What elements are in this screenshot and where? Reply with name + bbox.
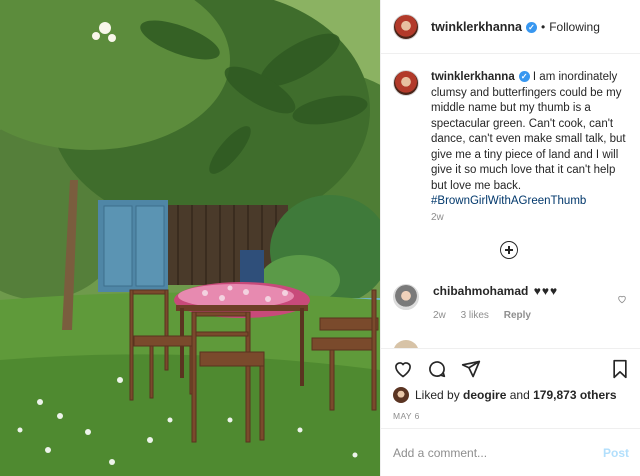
comment-meta: 2w 3 likes Reply (433, 310, 558, 321)
post-date: MAY 6 (393, 411, 420, 421)
comment-icon[interactable] (427, 359, 447, 379)
next-comment-avatar-cutoff (393, 340, 419, 348)
liked-by-label: Liked by (415, 388, 460, 402)
caption-author-avatar[interactable] (393, 70, 419, 96)
comment-like-heart-icon[interactable] (617, 294, 627, 304)
post-comment-button[interactable]: Post (603, 446, 629, 460)
comment-likes[interactable]: 3 likes (461, 310, 489, 321)
heart-icon[interactable] (393, 359, 413, 379)
caption-username[interactable]: twinklerkhanna (431, 71, 515, 83)
comment-text: ♥♥♥ (533, 284, 559, 298)
comment-timestamp: 2w (433, 310, 446, 321)
liked-by-and: and (509, 388, 530, 402)
post-photo[interactable] (0, 0, 380, 476)
verified-badge-icon: ✓ (526, 21, 537, 33)
caption: twinklerkhanna ✓ I am inordinately clumsy… (393, 70, 633, 210)
instagram-post: twinklerkhanna ✓ • Following twinklerkhan… (0, 0, 640, 476)
liked-by-summary: Liked by deogire and 179,873 others (393, 387, 617, 403)
load-more-comments-icon[interactable] (500, 241, 518, 259)
caption-body: I am inordinately clumsy and butterfinge… (431, 71, 626, 192)
post-side-panel: twinklerkhanna ✓ • Following twinklerkhan… (380, 0, 640, 476)
separator-dot: • (541, 19, 546, 34)
comment-item: chibahmohamad ♥♥♥ 2w 3 likes Reply (393, 284, 633, 321)
liker-avatar[interactable] (393, 387, 409, 403)
garden-scene-image (0, 0, 380, 476)
verified-badge-icon: ✓ (518, 71, 530, 83)
commenter-avatar[interactable] (393, 284, 419, 310)
action-icon-row (393, 359, 495, 381)
post-header: twinklerkhanna ✓ • Following (381, 0, 640, 54)
share-icon[interactable] (461, 359, 481, 379)
likes-count[interactable]: 179,873 others (533, 388, 616, 402)
commenter-username[interactable]: chibahmohamad (433, 284, 528, 298)
author-username[interactable]: twinklerkhanna ✓ (431, 20, 537, 34)
add-comment-bar: Post (381, 428, 640, 476)
bookmark-icon[interactable] (611, 359, 629, 379)
caption-hashtag[interactable]: #BrownGirlWithAGreenThumb (431, 194, 633, 210)
caption-text: twinklerkhanna ✓ I am inordinately clumsy… (431, 70, 633, 210)
caption-timestamp: 2w (431, 212, 444, 223)
add-comment-input[interactable] (393, 445, 603, 460)
reply-button[interactable]: Reply (504, 310, 531, 321)
following-button[interactable]: Following (549, 20, 600, 34)
author-avatar[interactable] (393, 13, 419, 40)
liker-username[interactable]: deogire (463, 388, 506, 402)
